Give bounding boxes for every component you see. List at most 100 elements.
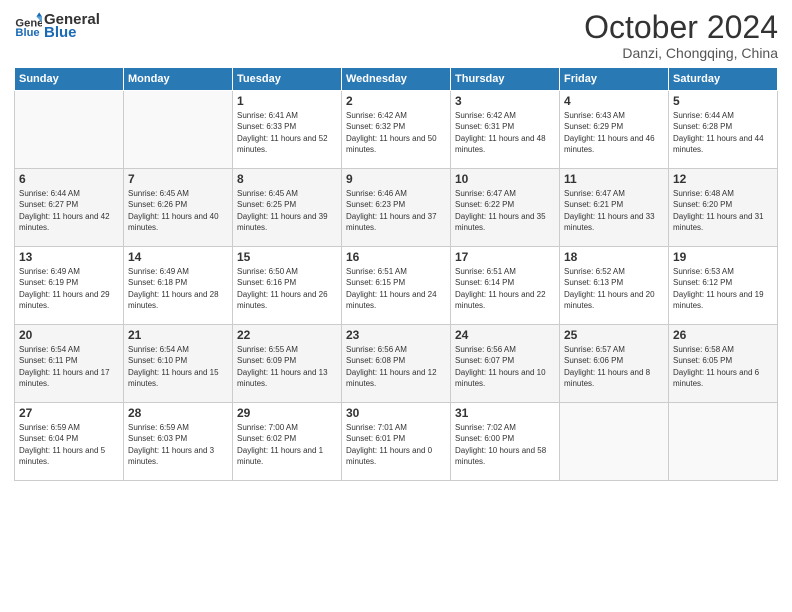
day-info: Sunrise: 6:48 AM Sunset: 6:20 PM Dayligh… [673,188,773,233]
calendar-cell: 24Sunrise: 6:56 AM Sunset: 6:07 PM Dayli… [451,325,560,403]
weekday-header: Friday [560,68,669,91]
calendar-cell: 10 Sunrise: 6:47 AM Sunset: 6:22 PM Dayli… [451,169,560,247]
day-info: Sunrise: 6:45 AM Sunset: 6:26 PM Dayligh… [128,188,228,233]
day-info: Sunrise: 6:42 AM Sunset: 6:31 PM Dayligh… [455,110,555,155]
calendar-cell: 19 Sunrise: 6:53 AM Sunset: 6:12 PM Dayli… [669,247,778,325]
day-number: 30 [346,406,446,420]
calendar-cell: 4 Sunrise: 6:43 AM Sunset: 6:29 PM Daylig… [560,91,669,169]
logo: General Blue General Blue [14,10,100,40]
calendar-cell: 12 Sunrise: 6:48 AM Sunset: 6:20 PM Dayli… [669,169,778,247]
calendar-cell: 8 Sunrise: 6:45 AM Sunset: 6:25 PM Daylig… [233,169,342,247]
day-number: 8 [237,172,337,186]
day-info: Sunrise: 6:47 AM Sunset: 6:21 PM Dayligh… [564,188,664,233]
day-info: Sunrise: 6:50 AM Sunset: 6:16 PM Dayligh… [237,266,337,311]
calendar-cell: 14Sunrise: 6:49 AM Sunset: 6:18 PM Dayli… [124,247,233,325]
day-info: Sunrise: 7:00 AM Sunset: 6:02 PM Dayligh… [237,422,337,467]
day-number: 1 [237,94,337,108]
calendar-cell: 5 Sunrise: 6:44 AM Sunset: 6:28 PM Daylig… [669,91,778,169]
weekday-header: Wednesday [342,68,451,91]
title-block: October 2024 Danzi, Chongqing, China [584,10,778,61]
day-info: Sunrise: 6:59 AM Sunset: 6:03 PM Dayligh… [128,422,228,467]
day-number: 2 [346,94,446,108]
day-number: 20 [19,328,119,342]
weekday-header: Thursday [451,68,560,91]
calendar-cell: 23 Sunrise: 6:56 AM Sunset: 6:08 PM Dayli… [342,325,451,403]
day-info: Sunrise: 6:44 AM Sunset: 6:28 PM Dayligh… [673,110,773,155]
day-info: Sunrise: 6:56 AM Sunset: 6:07 PM Dayligh… [455,344,555,389]
calendar-cell: 16Sunrise: 6:51 AM Sunset: 6:15 PM Dayli… [342,247,451,325]
day-info: Sunrise: 6:52 AM Sunset: 6:13 PM Dayligh… [564,266,664,311]
weekday-header: Tuesday [233,68,342,91]
calendar-cell: 22Sunrise: 6:55 AM Sunset: 6:09 PM Dayli… [233,325,342,403]
location-text: Danzi, Chongqing, China [584,45,778,61]
day-info: Sunrise: 6:57 AM Sunset: 6:06 PM Dayligh… [564,344,664,389]
calendar-cell: 30 Sunrise: 7:01 AM Sunset: 6:01 PM Dayli… [342,403,451,481]
calendar-cell: 20 Sunrise: 6:54 AM Sunset: 6:11 PM Dayli… [15,325,124,403]
month-title: October 2024 [584,10,778,45]
calendar-cell: 7Sunrise: 6:45 AM Sunset: 6:26 PM Daylig… [124,169,233,247]
calendar-cell: 18 Sunrise: 6:52 AM Sunset: 6:13 PM Dayli… [560,247,669,325]
weekday-header: Monday [124,68,233,91]
day-info: Sunrise: 6:49 AM Sunset: 6:18 PM Dayligh… [128,266,228,311]
day-number: 21 [128,328,228,342]
day-number: 26 [673,328,773,342]
calendar-cell: 21 Sunrise: 6:54 AM Sunset: 6:10 PM Dayli… [124,325,233,403]
day-number: 17 [455,250,555,264]
day-info: Sunrise: 6:42 AM Sunset: 6:32 PM Dayligh… [346,110,446,155]
calendar-cell: 1Sunrise: 6:41 AM Sunset: 6:33 PM Daylig… [233,91,342,169]
calendar-cell: 31 Sunrise: 7:02 AM Sunset: 6:00 PM Dayli… [451,403,560,481]
calendar-cell: 27 Sunrise: 6:59 AM Sunset: 6:04 PM Dayli… [15,403,124,481]
svg-text:Blue: Blue [15,27,39,39]
calendar-cell: 2 Sunrise: 6:42 AM Sunset: 6:32 PM Daylig… [342,91,451,169]
weekday-header: Saturday [669,68,778,91]
day-info: Sunrise: 6:45 AM Sunset: 6:25 PM Dayligh… [237,188,337,233]
calendar-row: 6 Sunrise: 6:44 AM Sunset: 6:27 PM Daylig… [15,169,778,247]
calendar-cell [15,91,124,169]
calendar-cell [560,403,669,481]
day-info: Sunrise: 6:44 AM Sunset: 6:27 PM Dayligh… [19,188,119,233]
day-info: Sunrise: 6:46 AM Sunset: 6:23 PM Dayligh… [346,188,446,233]
day-number: 15 [237,250,337,264]
calendar-row: 13 Sunrise: 6:49 AM Sunset: 6:19 PM Dayli… [15,247,778,325]
day-number: 11 [564,172,664,186]
day-info: Sunrise: 7:01 AM Sunset: 6:01 PM Dayligh… [346,422,446,467]
day-info: Sunrise: 6:47 AM Sunset: 6:22 PM Dayligh… [455,188,555,233]
day-number: 23 [346,328,446,342]
calendar-cell: 13 Sunrise: 6:49 AM Sunset: 6:19 PM Dayli… [15,247,124,325]
calendar-cell: 15 Sunrise: 6:50 AM Sunset: 6:16 PM Dayli… [233,247,342,325]
calendar-row: 20 Sunrise: 6:54 AM Sunset: 6:11 PM Dayli… [15,325,778,403]
day-number: 9 [346,172,446,186]
calendar-cell: 17Sunrise: 6:51 AM Sunset: 6:14 PM Dayli… [451,247,560,325]
day-info: Sunrise: 6:58 AM Sunset: 6:05 PM Dayligh… [673,344,773,389]
calendar-cell: 29Sunrise: 7:00 AM Sunset: 6:02 PM Dayli… [233,403,342,481]
day-number: 28 [128,406,228,420]
day-info: Sunrise: 6:56 AM Sunset: 6:08 PM Dayligh… [346,344,446,389]
day-info: Sunrise: 6:49 AM Sunset: 6:19 PM Dayligh… [19,266,119,311]
calendar-cell [669,403,778,481]
day-number: 19 [673,250,773,264]
day-number: 25 [564,328,664,342]
calendar-cell: 3 Sunrise: 6:42 AM Sunset: 6:31 PM Daylig… [451,91,560,169]
day-number: 16 [346,250,446,264]
day-info: Sunrise: 6:54 AM Sunset: 6:11 PM Dayligh… [19,344,119,389]
day-number: 18 [564,250,664,264]
weekday-header: Sunday [15,68,124,91]
day-info: Sunrise: 6:43 AM Sunset: 6:29 PM Dayligh… [564,110,664,155]
day-number: 3 [455,94,555,108]
day-number: 6 [19,172,119,186]
calendar-row: 1Sunrise: 6:41 AM Sunset: 6:33 PM Daylig… [15,91,778,169]
day-info: Sunrise: 6:59 AM Sunset: 6:04 PM Dayligh… [19,422,119,467]
day-number: 27 [19,406,119,420]
day-number: 22 [237,328,337,342]
calendar-cell: 28 Sunrise: 6:59 AM Sunset: 6:03 PM Dayli… [124,403,233,481]
day-number: 10 [455,172,555,186]
day-info: Sunrise: 6:53 AM Sunset: 6:12 PM Dayligh… [673,266,773,311]
day-number: 31 [455,406,555,420]
day-number: 5 [673,94,773,108]
day-number: 4 [564,94,664,108]
day-number: 13 [19,250,119,264]
day-number: 12 [673,172,773,186]
day-info: Sunrise: 7:02 AM Sunset: 6:00 PM Dayligh… [455,422,555,467]
day-info: Sunrise: 6:54 AM Sunset: 6:10 PM Dayligh… [128,344,228,389]
calendar-cell: 6 Sunrise: 6:44 AM Sunset: 6:27 PM Daylig… [15,169,124,247]
